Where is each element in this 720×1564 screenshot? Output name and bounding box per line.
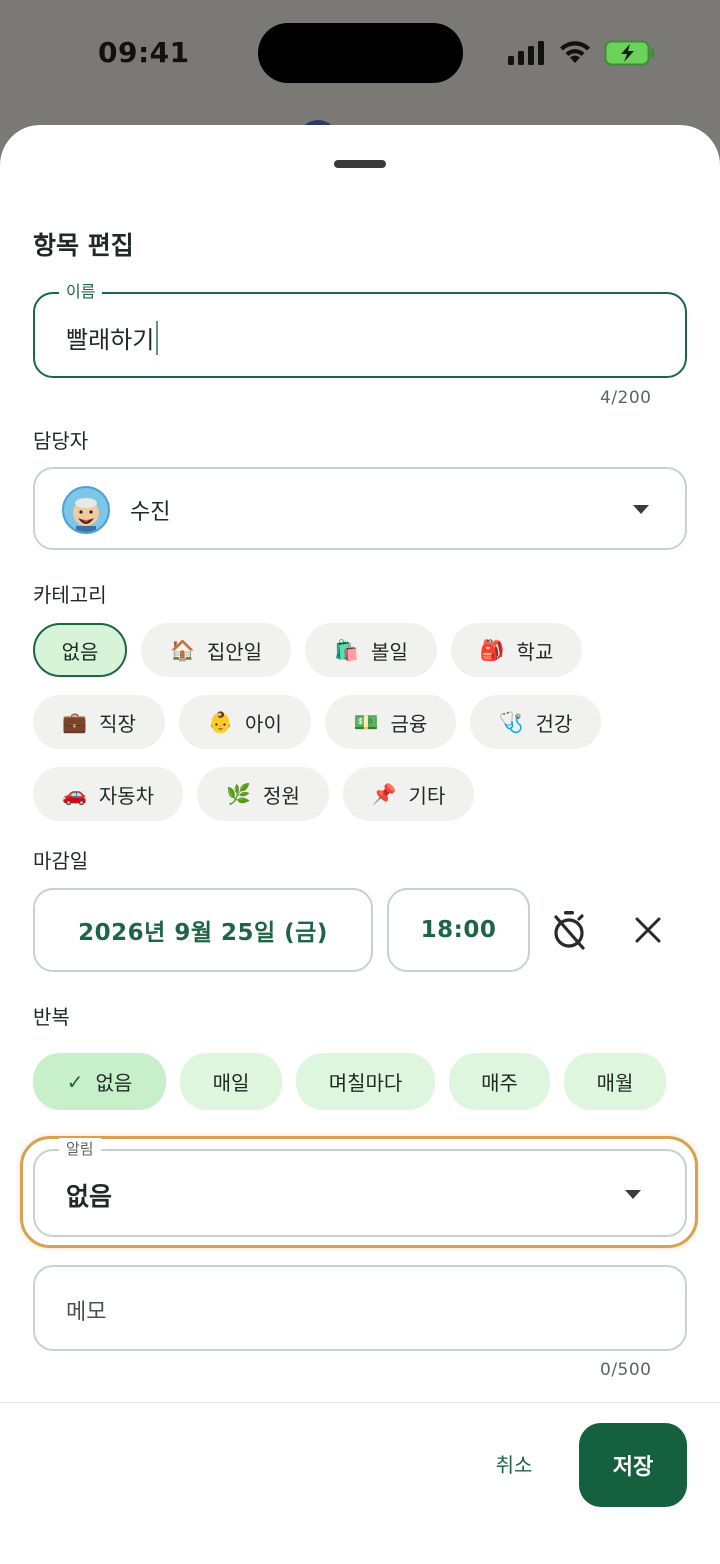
chevron-down-icon xyxy=(633,505,649,514)
pushpin-icon: 📌 xyxy=(371,782,397,806)
category-chip-health[interactable]: 🩺 건강 xyxy=(470,695,601,749)
text-cursor xyxy=(156,320,159,355)
briefcase-icon: 💼 xyxy=(62,710,88,734)
category-chip-garden[interactable]: 🌿 정원 xyxy=(197,767,329,821)
shopping-bags-icon: 🛍️ xyxy=(334,638,360,662)
category-chip-other[interactable]: 📌 기타 xyxy=(343,767,474,821)
car-icon: 🚗 xyxy=(61,782,87,806)
alarm-field-label: 알림 xyxy=(59,1138,101,1160)
repeat-chip-label: 며칠마다 xyxy=(328,1071,403,1095)
cellular-signal-icon xyxy=(508,41,544,65)
category-chip-label: 정원 xyxy=(263,783,300,808)
repeat-chip-label: 매주 xyxy=(481,1071,518,1095)
category-chip-label: 건강 xyxy=(535,711,573,736)
money-icon: 💵 xyxy=(353,710,379,734)
category-chip-label: 집안일 xyxy=(206,639,263,664)
due-time-value: 18:00 xyxy=(420,917,497,943)
due-date-button[interactable]: 2026년 9월 25일 (금) xyxy=(33,888,373,972)
category-chip-none[interactable]: 없음 xyxy=(33,623,127,677)
repeat-label: 반복 xyxy=(33,1005,70,1029)
category-chip-label: 자동차 xyxy=(98,783,155,808)
category-label: 카테고리 xyxy=(33,583,107,607)
alarm-value: 없음 xyxy=(66,1182,113,1211)
child-icon: 👶 xyxy=(208,710,234,734)
category-chip-housework[interactable]: 🏠 집안일 xyxy=(141,623,291,677)
name-field-label: 이름 xyxy=(59,281,103,303)
clear-due-button[interactable] xyxy=(624,906,672,954)
backpack-icon: 🎒 xyxy=(479,638,505,662)
edit-item-sheet: 항목 편집 이름 빨래하기 4/200 담당자 수진 카테고리 없음 🏠 집안일… xyxy=(0,125,720,1564)
repeat-chip-every-few-days[interactable]: 며칠마다 xyxy=(296,1053,435,1110)
assignee-name: 수진 xyxy=(130,500,171,525)
close-icon xyxy=(635,917,661,943)
category-chip-finance[interactable]: 💵 금융 xyxy=(325,695,456,749)
drag-handle[interactable] xyxy=(334,160,386,168)
category-chip-label: 직장 xyxy=(99,711,136,736)
cancel-button[interactable]: 취소 xyxy=(478,1441,550,1485)
house-icon: 🏠 xyxy=(169,638,195,662)
repeat-chip-monthly[interactable]: 매월 xyxy=(564,1053,666,1110)
due-date-label: 마감일 xyxy=(33,849,89,873)
category-chip-label: 기타 xyxy=(408,783,446,808)
wifi-icon xyxy=(560,41,590,63)
repeat-chip-none[interactable]: ✓ 없음 xyxy=(33,1053,166,1110)
category-chip-label: 없음 xyxy=(61,639,99,664)
battery-charging-icon xyxy=(604,40,655,66)
sheet-title: 항목 편집 xyxy=(33,231,134,260)
check-icon: ✓ xyxy=(66,1069,84,1094)
alarm-select[interactable]: 알림 없음 xyxy=(33,1138,687,1237)
name-input-value: 빨래하기 xyxy=(66,326,155,354)
repeat-chip-weekly[interactable]: 매주 xyxy=(449,1053,550,1110)
assignee-label: 담당자 xyxy=(33,429,89,453)
status-icons xyxy=(508,36,656,70)
status-time: 09:41 xyxy=(98,36,190,69)
category-chip-label: 학교 xyxy=(516,639,554,664)
timer-off-button[interactable] xyxy=(545,906,593,954)
due-time-button[interactable]: 18:00 xyxy=(387,888,530,972)
stethoscope-icon: 🩺 xyxy=(498,710,524,734)
due-date-value: 2026년 9월 25일 (금) xyxy=(78,920,328,946)
herb-icon: 🌿 xyxy=(226,782,252,806)
footer-divider xyxy=(0,1402,720,1403)
name-input[interactable]: 빨래하기 xyxy=(66,320,159,355)
name-field[interactable]: 이름 빨래하기 xyxy=(33,281,687,378)
avatar xyxy=(62,486,110,534)
repeat-chip-label: 매월 xyxy=(596,1071,634,1095)
dynamic-island xyxy=(258,23,463,83)
memo-char-counter: 0/500 xyxy=(600,1360,652,1380)
repeat-chip-daily[interactable]: 매일 xyxy=(180,1053,282,1110)
assignee-select[interactable]: 수진 xyxy=(33,467,687,550)
category-chip-errands[interactable]: 🛍️ 볼일 xyxy=(305,623,437,677)
category-chip-kids[interactable]: 👶 아이 xyxy=(179,695,311,749)
memo-placeholder: 메모 xyxy=(66,1300,107,1325)
category-chip-label: 금융 xyxy=(390,711,428,736)
save-button[interactable]: 저장 xyxy=(579,1423,687,1507)
name-char-counter: 4/200 xyxy=(600,388,652,408)
category-chip-car[interactable]: 🚗 자동차 xyxy=(33,767,183,821)
repeat-chip-label: 매일 xyxy=(212,1071,250,1095)
timer-off-icon xyxy=(554,911,585,950)
category-chip-label: 볼일 xyxy=(371,639,408,664)
chevron-down-icon xyxy=(625,1190,641,1199)
repeat-chip-label: 없음 xyxy=(95,1071,133,1095)
category-chip-label: 아이 xyxy=(245,711,282,736)
memo-field[interactable]: 메모 xyxy=(33,1265,687,1351)
status-bar: 09:41 xyxy=(0,0,720,110)
category-chip-work[interactable]: 💼 직장 xyxy=(33,695,165,749)
category-chip-school[interactable]: 🎒 학교 xyxy=(451,623,582,677)
